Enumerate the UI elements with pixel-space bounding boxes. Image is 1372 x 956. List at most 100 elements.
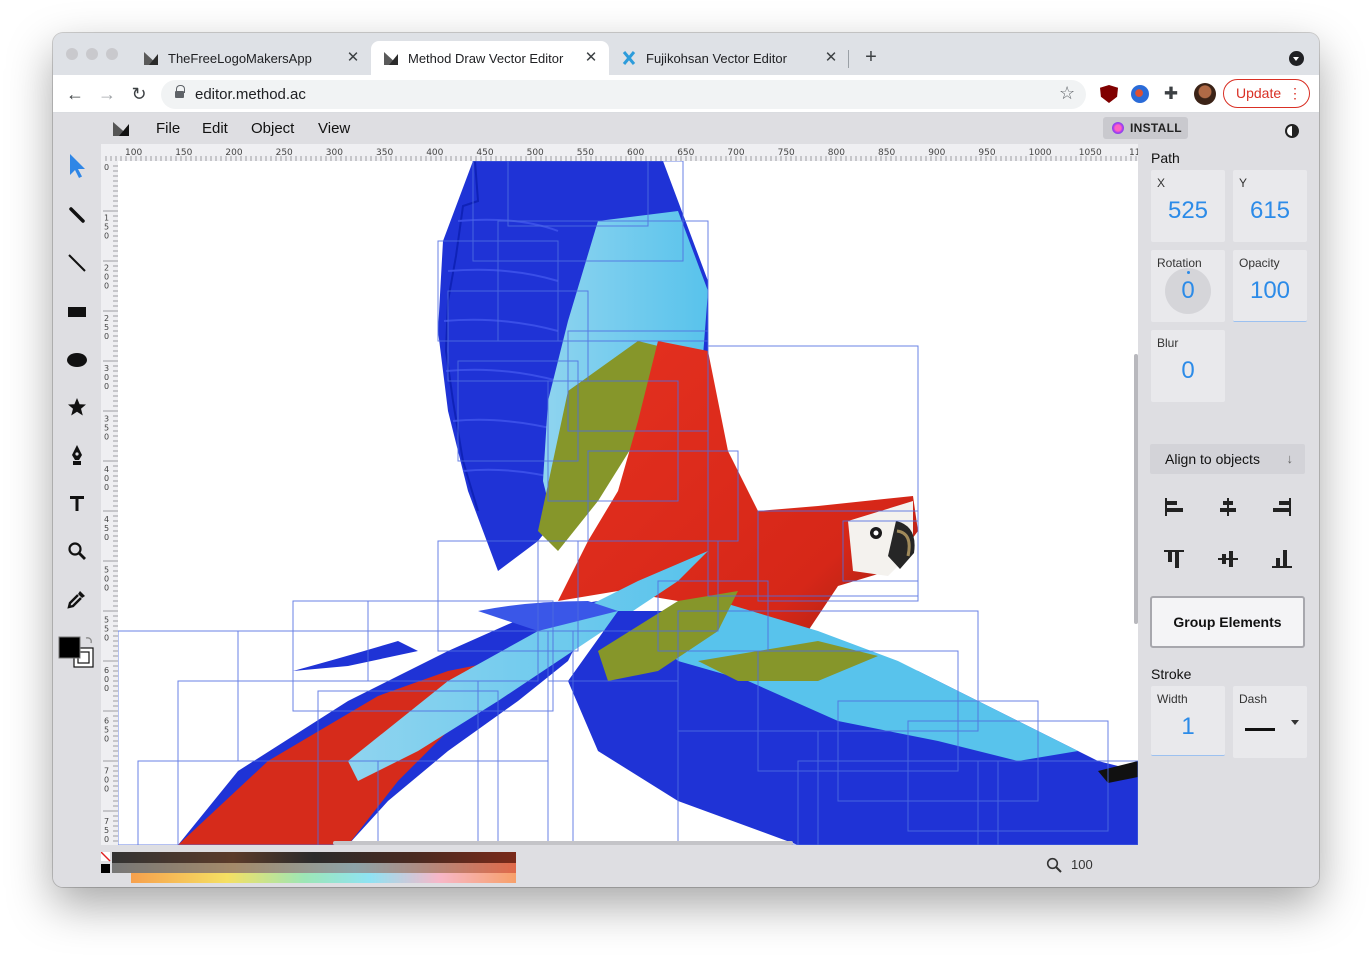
blur-field[interactable]: Blur 0 <box>1151 330 1225 402</box>
tab-search-button[interactable] <box>1289 51 1304 66</box>
align-center-button[interactable] <box>1213 492 1243 522</box>
zoom-level-icon[interactable] <box>1046 857 1062 873</box>
opacity-field[interactable]: Opacity 100 <box>1233 250 1307 322</box>
more-menu-icon[interactable]: ⋮ <box>1288 80 1302 107</box>
align-left-button[interactable] <box>1159 492 1189 522</box>
stroke-dash-label: Dash <box>1239 692 1268 706</box>
ruler-left-digit: 0 <box>104 835 109 844</box>
ruler-top-label: 11 <box>1129 148 1138 158</box>
ruler-left-digit: 0 <box>104 474 109 483</box>
group-elements-button[interactable]: Group Elements <box>1150 596 1305 648</box>
zoom-level-value[interactable]: 100 <box>1071 857 1093 872</box>
tab-title: Fujikohsan Vector Editor <box>646 50 787 66</box>
line-icon <box>68 254 86 272</box>
fill-stroke-swatch[interactable] <box>58 634 98 674</box>
lower-right-wing[interactable] <box>568 591 1138 845</box>
align-right-button[interactable] <box>1267 492 1297 522</box>
ruler-left-digit: 0 <box>104 163 109 172</box>
align-bottom-icon <box>1272 550 1292 568</box>
zoom-tool[interactable] <box>63 537 91 565</box>
back-button[interactable]: ← <box>64 83 86 105</box>
ellipse-tool[interactable] <box>63 346 91 374</box>
address-bar[interactable]: editor.method.ac ☆ <box>161 80 1086 109</box>
ruler-left-digit: 5 <box>104 222 109 231</box>
blur-value[interactable]: 0 <box>1151 357 1225 385</box>
install-button[interactable]: INSTALL <box>1103 117 1188 139</box>
x-field[interactable]: X 525 <box>1151 170 1225 242</box>
menu-object[interactable]: Object <box>251 120 294 137</box>
text-tool[interactable] <box>63 489 91 517</box>
align-middle-button[interactable] <box>1213 544 1243 574</box>
zoom-window-button[interactable] <box>106 48 118 60</box>
x-value[interactable]: 525 <box>1151 197 1225 225</box>
ruler-left-digit: 0 <box>104 583 109 592</box>
y-value[interactable]: 615 <box>1233 197 1307 225</box>
new-tab-button[interactable]: + <box>861 47 881 67</box>
opacity-value[interactable]: 100 <box>1233 277 1307 305</box>
url-text[interactable]: editor.method.ac <box>195 86 306 103</box>
tab-method-draw[interactable]: Method Draw Vector Editor ✕ <box>371 41 609 75</box>
logo-maker-favicon <box>144 52 158 65</box>
rotation-field[interactable]: Rotation 0 <box>1151 250 1225 322</box>
rotation-value[interactable]: 0 <box>1151 277 1225 305</box>
eyedropper-tool[interactable] <box>63 585 91 613</box>
dropdown-caret-icon <box>1291 720 1299 725</box>
lock-icon[interactable] <box>175 85 185 100</box>
close-tab-icon[interactable]: ✕ <box>823 50 839 66</box>
ruler-top-label: 450 <box>476 148 493 158</box>
menu-edit[interactable]: Edit <box>202 120 228 137</box>
close-window-button[interactable] <box>66 48 78 60</box>
stroke-width-value[interactable]: 1 <box>1151 713 1225 741</box>
ruler-top-label: 850 <box>878 148 895 158</box>
tab-fujikohsan[interactable]: Fujikohsan Vector Editor ✕ <box>609 41 849 75</box>
ruler-left-digit: 0 <box>104 634 109 643</box>
ruler-left-digit: 3 <box>104 364 109 373</box>
stroke-width-field[interactable]: Width 1 <box>1151 686 1225 756</box>
close-tab-icon[interactable]: ✕ <box>583 50 599 66</box>
ruler-left-label: 500 <box>104 565 109 592</box>
ruler-left-digit: 5 <box>104 323 109 332</box>
ublock-extension-icon[interactable] <box>1100 85 1118 103</box>
pencil-tool[interactable] <box>63 201 91 229</box>
theme-contrast-icon[interactable] <box>1285 124 1299 138</box>
menu-view[interactable]: View <box>318 120 350 137</box>
zoom-icon <box>68 542 86 560</box>
profile-avatar[interactable] <box>1194 83 1216 105</box>
line-tool[interactable] <box>63 249 91 277</box>
y-field[interactable]: Y 615 <box>1233 170 1307 242</box>
minimize-window-button[interactable] <box>86 48 98 60</box>
select-tool[interactable] <box>63 152 91 180</box>
forward-button[interactable]: → <box>96 83 118 105</box>
color-palette[interactable] <box>101 852 516 884</box>
tab-logo-maker[interactable]: TheFreeLogoMakersApp ✕ <box>131 41 371 75</box>
bookmark-star-icon[interactable]: ☆ <box>1059 83 1075 104</box>
align-to-dropdown[interactable]: Align to objects ↓ <box>1150 444 1305 474</box>
ruler-left-digit: 0 <box>104 785 109 794</box>
drawing-canvas[interactable] <box>118 161 1138 845</box>
ruler-top-label: 550 <box>577 148 594 158</box>
ruler-left-label: 650 <box>104 716 109 743</box>
opacity-label: Opacity <box>1239 256 1280 270</box>
pencil-icon <box>69 207 85 223</box>
align-top-button[interactable] <box>1159 544 1189 574</box>
extension-icon[interactable] <box>1131 85 1149 103</box>
text-icon <box>70 496 84 511</box>
extensions-puzzle-icon[interactable]: ✚ <box>1162 85 1180 103</box>
panel-title: Path <box>1151 150 1180 166</box>
horizontal-scrollbar[interactable] <box>333 841 793 845</box>
ruler-left-digit: 5 <box>104 424 109 433</box>
update-button[interactable]: Update ⋮ <box>1223 79 1310 108</box>
pen-tool[interactable] <box>63 441 91 469</box>
vertical-scrollbar[interactable] <box>1134 354 1138 624</box>
close-tab-icon[interactable]: ✕ <box>345 50 361 66</box>
menu-file[interactable]: File <box>156 120 180 137</box>
star-tool[interactable] <box>63 393 91 421</box>
ruler-left-digit: 6 <box>104 716 109 725</box>
reload-button[interactable]: ↻ <box>128 83 150 105</box>
align-bottom-button[interactable] <box>1267 544 1297 574</box>
rectangle-tool[interactable] <box>63 298 91 326</box>
stroke-dash-field[interactable]: Dash <box>1233 686 1307 758</box>
ruler-top-label: 500 <box>527 148 544 158</box>
macaw-artwork[interactable] <box>118 161 1138 845</box>
tab-separator <box>848 50 849 68</box>
